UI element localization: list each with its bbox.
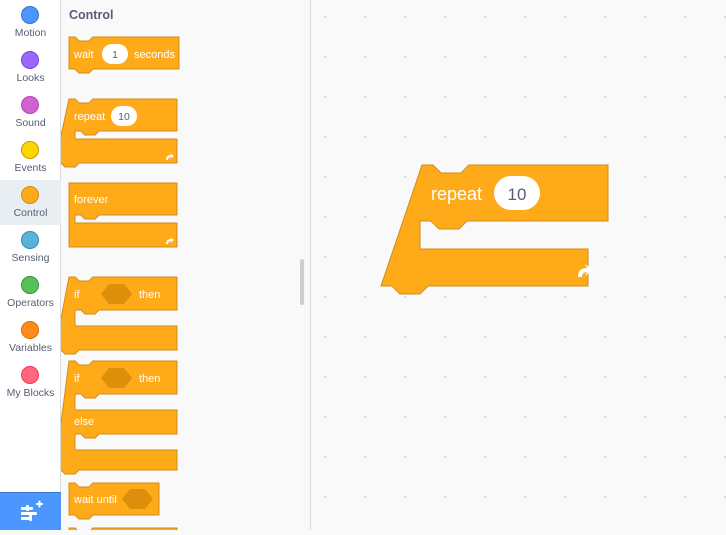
block-label: repeat xyxy=(74,111,105,123)
if-else-block[interactable]: if then else xyxy=(61,360,178,475)
block-label: if xyxy=(74,289,80,301)
block-label: forever xyxy=(74,194,109,206)
category-motion[interactable]: Motion xyxy=(0,0,61,45)
input-value: 10 xyxy=(118,111,130,123)
category-label: Sound xyxy=(15,117,46,129)
block-label: wait until xyxy=(73,494,117,506)
looks-icon xyxy=(21,51,39,69)
sensing-icon xyxy=(21,231,39,249)
category-label: My Blocks xyxy=(6,387,55,399)
variables-icon xyxy=(21,321,39,339)
add-extension-button[interactable] xyxy=(0,492,62,530)
block-label: else xyxy=(74,416,94,428)
block-label: seconds xyxy=(134,49,175,61)
operators-icon xyxy=(21,276,39,294)
add-extension-icon xyxy=(21,500,43,521)
workspace-canvas: repeat 10 xyxy=(380,164,609,295)
forever-block[interactable]: forever xyxy=(68,182,178,248)
block-palette: Control wait 1 seconds repeat 10 forever… xyxy=(61,0,311,530)
block-label: if xyxy=(74,373,80,385)
palette-blocks: wait 1 seconds repeat 10 forever if then xyxy=(61,36,180,530)
workspace-repeat-block[interactable]: repeat 10 xyxy=(380,164,609,295)
control-icon xyxy=(21,186,39,204)
motion-icon xyxy=(21,6,39,24)
category-sensing[interactable]: Sensing xyxy=(0,225,61,270)
category-menu: Motion Looks Sound Events Control Sensin… xyxy=(0,0,62,530)
category-label: Sensing xyxy=(11,252,50,264)
category-label: Events xyxy=(14,162,47,174)
category-my-blocks[interactable]: My Blocks xyxy=(0,360,61,405)
input-value: 1 xyxy=(112,49,118,61)
my-blocks-icon xyxy=(21,366,39,384)
category-label: Operators xyxy=(7,297,54,309)
category-events[interactable]: Events xyxy=(0,135,61,180)
wait-until-block[interactable]: wait until xyxy=(68,482,160,520)
category-operators[interactable]: Operators xyxy=(0,270,61,315)
wait-seconds-block[interactable]: wait 1 seconds xyxy=(68,36,180,74)
sound-icon xyxy=(21,96,39,114)
category-sound[interactable]: Sound xyxy=(0,90,61,135)
palette-scrollbar[interactable] xyxy=(300,259,304,305)
category-label: Variables xyxy=(9,342,52,354)
category-control[interactable]: Control xyxy=(0,180,61,225)
block-label: then xyxy=(139,373,160,385)
block-label: then xyxy=(139,289,160,301)
category-label: Control xyxy=(13,207,48,219)
category-label: Motion xyxy=(14,27,47,39)
script-workspace[interactable]: repeat 10 xyxy=(312,0,726,530)
block-label: repeat xyxy=(431,184,482,204)
repeat-block[interactable]: repeat 10 xyxy=(61,98,178,168)
category-variables[interactable]: Variables xyxy=(0,315,61,360)
category-label: Looks xyxy=(16,72,45,84)
block-label: wait xyxy=(73,49,94,61)
input-value: 10 xyxy=(508,185,527,204)
if-then-block[interactable]: if then xyxy=(61,276,178,355)
events-icon xyxy=(21,141,39,159)
category-looks[interactable]: Looks xyxy=(0,45,61,90)
